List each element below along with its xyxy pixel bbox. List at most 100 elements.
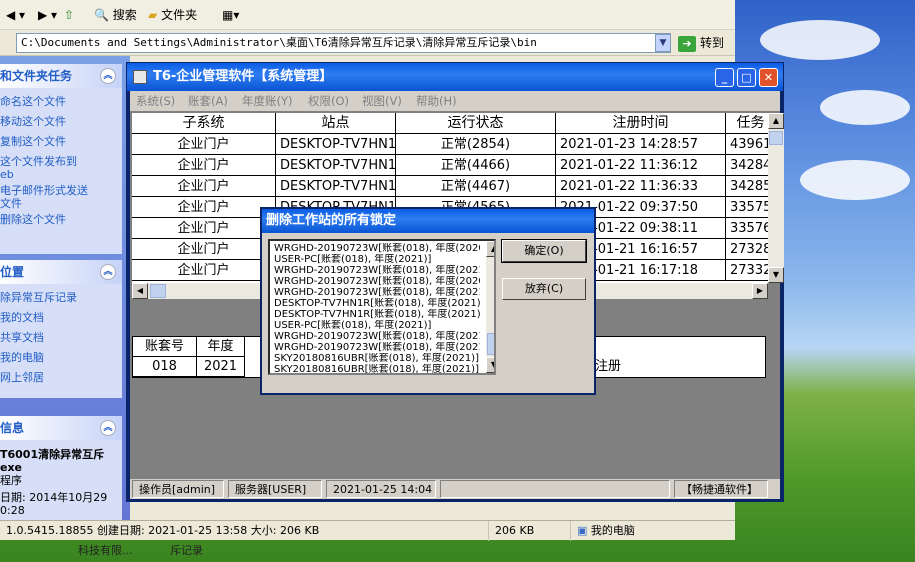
task-email[interactable]: 电子邮件形式发送 xyxy=(0,181,122,198)
task-move[interactable]: 移动这个文件 xyxy=(0,112,122,132)
status-size: 206 KB xyxy=(488,521,566,541)
close-icon[interactable]: ✕ xyxy=(759,68,778,87)
task-copy[interactable]: 复制这个文件 xyxy=(0,132,122,152)
search-label: 搜索 xyxy=(112,8,137,22)
behind-label: 斥记录 xyxy=(170,544,203,557)
task-publish[interactable]: 这个文件发布到 xyxy=(0,152,122,169)
go-button[interactable]: ➔ 转到 xyxy=(678,33,724,53)
grid-cell: 企业门户 xyxy=(132,155,276,176)
scroll-thumb[interactable] xyxy=(769,131,783,145)
task-delete[interactable]: 删除这个文件 xyxy=(0,210,122,230)
status-version: 1.0.5415.18855 创建日期: 2021-01-25 13:58 大小… xyxy=(6,524,320,537)
place-my-documents[interactable]: 我的文档 xyxy=(0,308,122,328)
grid-cell: 2021-01-22 11:36:33 xyxy=(556,176,726,197)
grid-cell: DESKTOP-TV7HN1R xyxy=(276,134,396,155)
grid-cell: 2021-01-22 11:36:12 xyxy=(556,155,726,176)
file-tasks-panel: 和文件夹任务 ︽ 命名这个文件 移动这个文件 复制这个文件 这个文件发布到 eb … xyxy=(0,64,122,254)
collapse-icon[interactable]: ︽ xyxy=(100,264,116,280)
minimize-icon[interactable]: _ xyxy=(715,68,734,87)
task-rename[interactable]: 命名这个文件 xyxy=(0,92,122,112)
detail-time: 0:28 xyxy=(0,504,25,517)
grid-header: 任务 xyxy=(726,113,768,134)
place-network[interactable]: 网上邻居 xyxy=(0,368,122,388)
folders-button[interactable]: ▰ 文件夹 xyxy=(144,4,201,26)
task-publish-cont[interactable]: eb xyxy=(0,169,122,181)
scroll-right-icon[interactable]: ▶ xyxy=(752,283,768,299)
place-shared-documents[interactable]: 共享文档 xyxy=(0,328,122,348)
grid2-header: 账套号 xyxy=(133,337,197,357)
list-item[interactable]: SKY20180816UBR[账套(018), 年度(2021)] xyxy=(274,364,480,373)
grid-cell: 企业门户 xyxy=(132,197,276,218)
status-empty xyxy=(440,480,670,498)
behind-text: 科技有限... 斥记录 xyxy=(0,540,735,562)
grid-cell: DESKTOP-TV7HN1R xyxy=(276,155,396,176)
behind-label: 科技有限... xyxy=(78,544,133,557)
status-operator: 操作员[admin] xyxy=(132,480,224,498)
grid-cell: 企业门户 xyxy=(132,239,276,260)
t6-title-text: T6-企业管理软件【系统管理】 xyxy=(153,69,333,84)
workstation-list[interactable]: WRGHD-20190723W[账套(018), 年度(2020)] USER-P… xyxy=(268,239,496,375)
menu-view[interactable]: 视图(V) xyxy=(362,91,402,111)
folder-icon: ▰ xyxy=(148,8,158,22)
explorer-statusbar: 1.0.5415.18855 创建日期: 2021-01-25 13:58 大小… xyxy=(0,520,735,541)
address-input[interactable]: C:\Documents and Settings\Administrator\… xyxy=(16,33,671,53)
computer-icon: ▣ xyxy=(577,524,588,537)
grid-cell: DESKTOP-TV7HN1R xyxy=(276,176,396,197)
grid-cell: 335757 xyxy=(726,197,768,218)
task-email-cont[interactable]: 文件 xyxy=(0,198,122,210)
address-dropdown-icon[interactable]: ▼ xyxy=(655,34,671,52)
search-button[interactable]: 🔍 搜索 xyxy=(90,4,141,26)
panel-header: 位置 ︽ xyxy=(0,260,122,284)
grid-cell: 335765 xyxy=(726,218,768,239)
ok-button[interactable]: 确定(O) xyxy=(501,239,587,263)
forward-icon[interactable]: ▶ ▾ xyxy=(34,4,61,26)
back-icon[interactable]: ◀ ▾ xyxy=(2,4,29,26)
menu-help[interactable]: 帮助(H) xyxy=(416,91,457,111)
scroll-up-icon[interactable]: ▲ xyxy=(768,113,784,129)
grid2-header: 年度 xyxy=(197,337,245,357)
scroll-thumb[interactable] xyxy=(487,333,494,355)
task-pane: 和文件夹任务 ︽ 命名这个文件 移动这个文件 复制这个文件 这个文件发布到 eb … xyxy=(0,56,130,520)
grid-header: 子系统 xyxy=(132,113,276,134)
cancel-button[interactable]: 放弃(C) xyxy=(502,278,586,300)
scroll-down-icon[interactable]: ▼ xyxy=(486,357,494,373)
grid-header: 站点 xyxy=(276,113,396,134)
grid-cell: 企业门户 xyxy=(132,260,276,281)
detail-ext: exe xyxy=(0,461,23,474)
go-label: 转到 xyxy=(700,36,725,50)
grid-cell: 273285 xyxy=(726,239,768,260)
go-arrow-icon: ➔ xyxy=(678,35,696,52)
up-folder-icon[interactable]: ⇧ xyxy=(60,4,78,26)
menu-permission[interactable]: 权限(O) xyxy=(308,91,349,111)
grid-cell: 正常(2854) xyxy=(396,134,556,155)
place-my-computer[interactable]: 我的电脑 xyxy=(0,348,122,368)
scroll-thumb[interactable] xyxy=(150,284,166,298)
grid-cell: 企业门户 xyxy=(132,176,276,197)
grid-header: 注册时间 xyxy=(556,113,726,134)
grid-vscroll[interactable]: ▲ ▼ xyxy=(768,113,784,283)
explorer-toolbar: ◀ ▾ ▶ ▾ ⇧ 🔍 搜索 ▰ 文件夹 ▦▾ xyxy=(0,0,735,30)
status-server: 服务器[USER] xyxy=(228,480,322,498)
status-location: ▣ 我的电脑 xyxy=(570,521,730,541)
scroll-left-icon[interactable]: ◀ xyxy=(132,283,148,299)
place-folder[interactable]: 除异常互斥记录 xyxy=(0,288,122,308)
collapse-icon[interactable]: ︽ xyxy=(100,420,116,436)
scroll-up-icon[interactable]: ▲ xyxy=(486,241,494,257)
t6-menubar: 系统(S) 账套(A) 年度账(Y) 权限(O) 视图(V) 帮助(H) xyxy=(130,91,780,111)
grid-cell: 342853 xyxy=(726,176,768,197)
t6-statusbar: 操作员[admin] 服务器[USER] 2021-01-25 14:04 【畅… xyxy=(130,479,780,499)
scroll-down-icon[interactable]: ▼ xyxy=(768,267,784,283)
menu-year[interactable]: 年度账(Y) xyxy=(242,91,293,111)
cloud xyxy=(820,90,910,125)
details-panel: 信息 ︽ T6001清除异常互斥 exe 程序 日期: 2014年10月29 0:… xyxy=(0,416,122,520)
menu-system[interactable]: 系统(S) xyxy=(136,91,175,111)
grid-cell: 273326 xyxy=(726,260,768,281)
maximize-icon[interactable]: □ xyxy=(737,68,756,87)
dialog-title: 删除工作站的所有锁定 xyxy=(262,209,594,233)
status-brand: 【畅捷通软件】 xyxy=(674,480,768,498)
list-vscroll[interactable]: ▲ ▼ xyxy=(486,241,494,373)
grid-cell: 正常(4467) xyxy=(396,176,556,197)
collapse-icon[interactable]: ︽ xyxy=(100,68,116,84)
views-icon[interactable]: ▦▾ xyxy=(218,4,243,26)
menu-account[interactable]: 账套(A) xyxy=(188,91,228,111)
